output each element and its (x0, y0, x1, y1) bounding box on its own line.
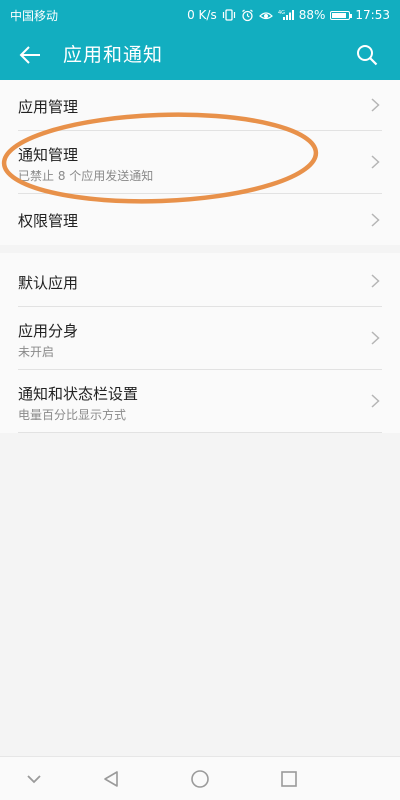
back-triangle-icon (104, 771, 118, 787)
clock: 17:53 (355, 8, 390, 22)
carrier-label: 中国移动 (10, 8, 59, 23)
settings-group-1: 应用管理 通知管理 已禁止 8 个应用发送通知 权限管理 (0, 80, 400, 245)
battery-icon (330, 10, 353, 20)
battery-level-fill (332, 12, 347, 18)
list-item-default-apps[interactable]: 默认应用 (18, 253, 382, 307)
arrow-left-icon (19, 46, 40, 64)
settings-group-2: 默认应用 应用分身 未开启 通知和状态栏设置 电量百分比显示方式 (0, 253, 400, 433)
alarm-icon (241, 9, 254, 22)
page-title: 应用和通知 (63, 44, 164, 66)
chevron-right-icon (371, 155, 380, 169)
list-item-title: 应用分身 (18, 322, 79, 340)
nav-recents-button[interactable] (275, 765, 303, 793)
home-circle-icon (191, 770, 209, 788)
vibrate-icon (222, 9, 236, 21)
list-item-title: 通知管理 (18, 146, 79, 164)
list-item-subtitle: 电量百分比显示方式 (18, 408, 127, 422)
cell-signal-icon: 4G (278, 9, 294, 21)
list-item-app-twin[interactable]: 应用分身 未开启 (18, 307, 382, 370)
app-bar: 应用和通知 (0, 30, 400, 80)
list-item-title: 应用管理 (18, 98, 79, 116)
back-button[interactable] (14, 39, 46, 71)
list-item-subtitle: 已禁止 8 个应用发送通知 (18, 169, 154, 183)
nav-home-button[interactable] (186, 765, 214, 793)
list-item-permission-management[interactable]: 权限管理 (18, 194, 382, 245)
list-item-notification-management[interactable]: 通知管理 已禁止 8 个应用发送通知 (18, 131, 382, 194)
recents-square-icon (281, 771, 297, 787)
hide-nav-button[interactable] (20, 765, 48, 793)
search-icon (357, 45, 378, 66)
list-item-title: 通知和状态栏设置 (18, 385, 139, 403)
list-item-subtitle: 未开启 (18, 345, 55, 359)
list-item-notification-statusbar-settings[interactable]: 通知和状态栏设置 电量百分比显示方式 (18, 370, 382, 433)
signal-type-label: 4G (278, 10, 285, 16)
list-item-title: 权限管理 (18, 212, 79, 230)
status-bar: 中国移动 0 K/s 4G 88% 17:53 (0, 0, 400, 30)
list-item-title: 默认应用 (18, 274, 79, 292)
system-nav-bar (0, 756, 400, 800)
list-item-app-management[interactable]: 应用管理 (18, 80, 382, 131)
eye-comfort-icon (258, 10, 273, 21)
chevron-right-icon (371, 274, 380, 288)
chevron-right-icon (371, 331, 380, 345)
search-button[interactable] (352, 40, 382, 70)
chevron-down-icon (27, 775, 41, 784)
chevron-right-icon (371, 98, 380, 112)
chevron-right-icon (371, 394, 380, 408)
battery-percent: 88% (298, 8, 326, 22)
nav-back-button[interactable] (97, 765, 125, 793)
chevron-right-icon (371, 213, 380, 227)
network-speed: 0 K/s (187, 8, 217, 22)
